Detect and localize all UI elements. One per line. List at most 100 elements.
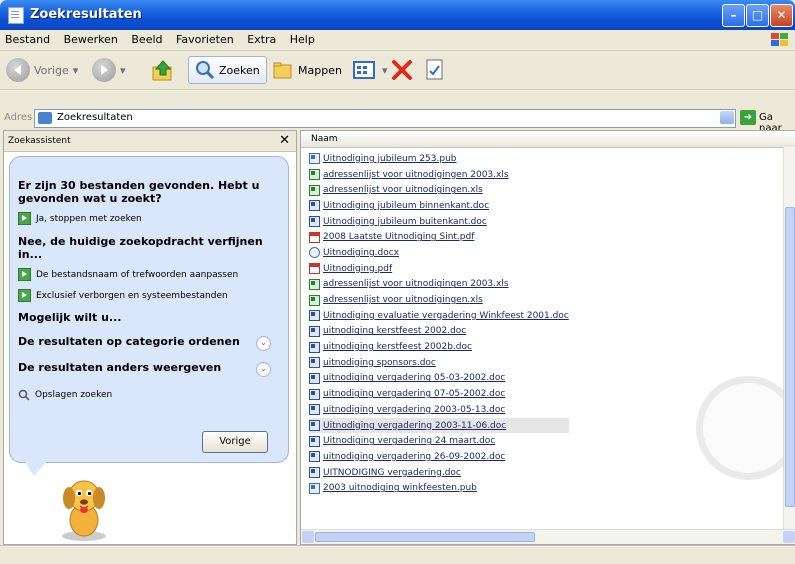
menu-help[interactable]: Help (285, 30, 320, 46)
doc-file-icon (309, 325, 320, 337)
doc-file-icon (309, 467, 320, 479)
horizontal-scroll-thumb[interactable] (315, 532, 535, 542)
close-pane-icon[interactable]: ✕ (279, 133, 290, 148)
toolbar: Vorige ▾ ▾ Zoeken Mappen ▾ (0, 51, 795, 90)
file-row[interactable]: uitnodiging kerstfeest 2002.doc (309, 324, 569, 340)
file-row[interactable]: uitnodiging vergadering 07-05-2002.doc (309, 386, 569, 402)
search-assistant-pane: Zoekassistent ✕ Er zijn 30 bestanden gev… (3, 130, 297, 545)
menu-beeld[interactable]: Beeld (126, 30, 167, 46)
horizontal-scrollbar[interactable] (301, 529, 795, 544)
balloon-tail (24, 460, 48, 476)
doc-file-icon (309, 357, 320, 369)
stop-search-option[interactable]: Ja, stoppen met zoeken (18, 212, 142, 225)
delete-x-icon (392, 60, 412, 80)
file-row[interactable]: uitnodiging sponsors.doc (309, 355, 569, 371)
sort-category-option[interactable]: De resultaten op categorie ordenen (18, 335, 240, 348)
vertical-scroll-thumb[interactable] (785, 207, 795, 507)
file-row[interactable]: Uitnodiging jubileum buitenkant.doc (309, 214, 569, 230)
file-row[interactable]: Uitnodiging jubileum 253.pub (309, 151, 569, 167)
forward-arrow-icon (92, 58, 116, 82)
windows-logo-icon (771, 33, 788, 46)
minimize-button[interactable]: – (722, 4, 745, 27)
file-row[interactable]: Uitnodiging.docx (309, 245, 569, 261)
file-name: adressenlijst voor uitnodigingen.xls (323, 295, 483, 306)
save-search-label: Opslagen zoeken (35, 390, 113, 400)
folders-icon (273, 62, 292, 79)
address-dropdown-button[interactable] (720, 111, 734, 124)
scroll-right-button[interactable] (783, 531, 795, 543)
file-name: Uitnodiging.pdf (323, 263, 393, 274)
refine-heading: Nee, de huidige zoekopdracht verfijnen i… (18, 235, 263, 261)
address-input[interactable]: Zoekresultaten (34, 109, 736, 128)
vertical-scrollbar[interactable] (783, 147, 795, 529)
properties-button[interactable] (424, 56, 446, 84)
window-title: Zoekresultaten (30, 7, 142, 22)
go-arrow-icon[interactable]: ➜ (740, 110, 756, 125)
search-button[interactable]: Zoeken (188, 56, 267, 84)
doc-file-icon (309, 388, 320, 400)
magnifier-watermark-icon (696, 376, 795, 480)
file-name: uitnodiging vergadering 2003-05-13.doc (323, 404, 506, 415)
file-row[interactable]: Uitnodiging.pdf (309, 261, 569, 277)
file-row[interactable]: uitnodiging kerstfeest 2002b.doc (309, 339, 569, 355)
pub-file-icon (309, 153, 320, 165)
back-button[interactable]: Vorige ▾ (6, 56, 78, 84)
file-row[interactable]: adressenlijst voor uitnodigingen 2003.xl… (309, 277, 569, 293)
scroll-left-button[interactable] (302, 531, 314, 543)
exclude-hidden-option[interactable]: Exclusief verborgen en systeembestanden (18, 289, 228, 302)
display-other-option[interactable]: De resultaten anders weergeven (18, 361, 221, 374)
file-row[interactable]: UITNODIGING vergadering.doc (309, 465, 569, 481)
forward-button[interactable]: ▾ (92, 56, 126, 84)
close-button[interactable]: ✕ (770, 4, 793, 27)
back-arrow-icon (6, 58, 30, 82)
views-button[interactable]: ▾ (352, 56, 388, 84)
pdf-file-icon (309, 263, 320, 275)
search-results-icon (38, 112, 52, 124)
save-search-option[interactable]: Opslagen zoeken (18, 389, 112, 401)
file-row[interactable]: Uitnodiging evaluatie vergadering Winkfe… (309, 308, 569, 324)
menu-extra[interactable]: Extra (242, 30, 281, 46)
file-name: Uitnodiging jubileum 253.pub (323, 153, 457, 164)
chevron-down-icon: ▾ (382, 63, 388, 77)
edit-names-option[interactable]: De bestandsnaam of trefwoorden aanpassen (18, 268, 238, 281)
doc-file-icon (309, 310, 320, 322)
back-button-pane[interactable]: Vorige (202, 431, 268, 453)
file-row[interactable]: Uitnodiging jubileum binnenkant.doc (309, 198, 569, 214)
pdf-file-icon (309, 231, 320, 243)
properties-icon (426, 59, 443, 80)
file-row[interactable]: uitnodiging vergadering 2003-05-13.doc (309, 402, 569, 418)
name-column-header[interactable]: Naam (301, 131, 795, 148)
doc-file-icon (309, 341, 320, 353)
file-row[interactable]: adressenlijst voor uitnodigingen 2003.xl… (309, 167, 569, 183)
file-name: 2008 Laatste Uitnodiging Sint.pdf (323, 232, 475, 243)
expand-chevron-icon[interactable]: ⌄ (256, 362, 271, 377)
title-bar[interactable]: Zoekresultaten – □ ✕ (0, 0, 795, 30)
back-button-label: Vorige (34, 63, 69, 77)
address-bar: Adres Zoekresultaten ➜ Ga naar (0, 108, 795, 134)
menu-favorieten[interactable]: Favorieten (171, 30, 239, 46)
delete-button[interactable] (390, 56, 414, 84)
file-row[interactable]: 2003 uitnodiging winkfeesten.pub (309, 480, 569, 496)
folder-up-icon (152, 60, 172, 81)
search-dog-icon[interactable] (49, 474, 119, 544)
file-name: Uitnodiging evaluatie vergadering Winkfe… (323, 310, 569, 321)
file-row[interactable]: adressenlijst voor uitnodigingen.xls (309, 292, 569, 308)
pane-title: Zoekassistent (8, 136, 71, 146)
file-row[interactable]: adressenlijst voor uitnodigingen.xls (309, 182, 569, 198)
expand-chevron-icon[interactable]: ⌄ (256, 336, 271, 351)
search-icon (196, 61, 215, 80)
green-arrow-icon (18, 289, 31, 302)
file-row[interactable]: uitnodiging vergadering 05-03-2002.doc (309, 371, 569, 387)
up-folder-button[interactable] (150, 56, 176, 84)
menu-bewerken[interactable]: Bewerken (59, 30, 123, 46)
file-row[interactable]: 2008 Laatste Uitnodiging Sint.pdf (309, 229, 569, 245)
menu-bestand[interactable]: Bestand (0, 30, 55, 46)
doc-file-icon (309, 200, 320, 212)
folders-button[interactable]: Mappen (272, 56, 342, 84)
file-name: Uitnodiging jubileum buitenkant.doc (323, 216, 487, 227)
file-row[interactable]: Uitnodiging vergadering 24 maart.doc (309, 433, 569, 449)
pane-header: Zoekassistent ✕ (4, 131, 296, 152)
file-row[interactable]: uitnodiging vergadering 26-09-2002.doc (309, 449, 569, 465)
maximize-button[interactable]: □ (746, 4, 769, 27)
file-row[interactable]: Uitnodiging vergadering 2003-11-06.doc (309, 417, 569, 434)
